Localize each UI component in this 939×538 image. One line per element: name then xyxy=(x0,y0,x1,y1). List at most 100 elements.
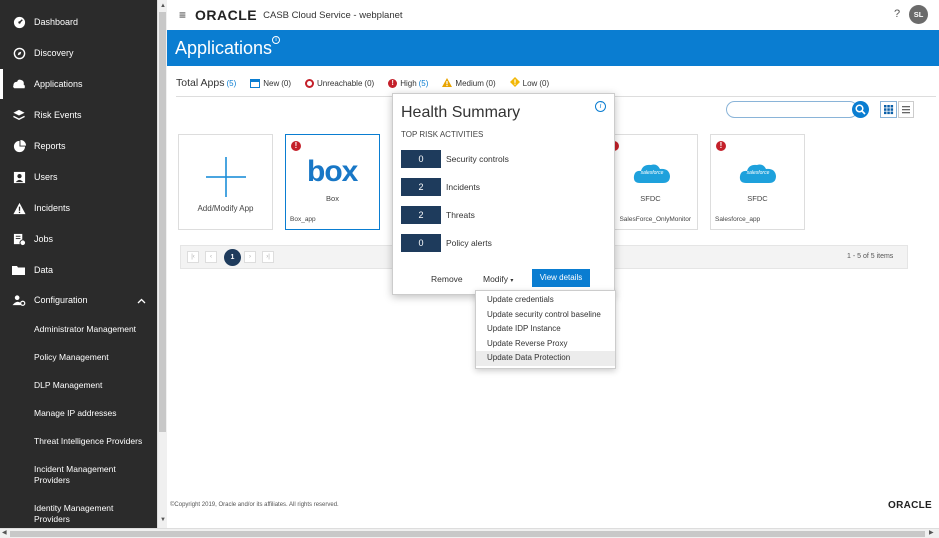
high-risk-badge-icon: ! xyxy=(291,141,301,151)
salesforce-logo: salesforce xyxy=(738,161,778,187)
filter-new-label: New xyxy=(263,78,280,88)
metric-threats[interactable]: 2 Threats xyxy=(401,206,475,224)
page-info-icon[interactable]: i xyxy=(272,36,280,44)
pagination-summary: 1 - 5 of 5 items xyxy=(847,253,894,260)
menu-update-credentials[interactable]: Update credentials xyxy=(476,293,615,308)
nav-sub-dlp-management[interactable]: DLP Management xyxy=(0,380,157,391)
nav-data[interactable]: Data xyxy=(0,255,157,285)
list-view-icon[interactable] xyxy=(898,101,914,118)
filter-total-count: (5) xyxy=(226,78,237,88)
nav-applications-label: Applications xyxy=(34,79,83,89)
nav-configuration[interactable]: Configuration xyxy=(0,285,157,315)
nav-dashboard[interactable]: Dashboard xyxy=(0,7,157,37)
app-card-sfdc-instance: Salesforce_app xyxy=(715,216,761,223)
nav-incidents[interactable]: Incidents xyxy=(0,193,157,223)
low-risk-icon xyxy=(509,77,520,89)
app-card-sfdc-monitor[interactable]: ! salesforce SFDC SalesForce_OnlyMonitor xyxy=(603,134,698,230)
metric-threats-value: 2 xyxy=(401,206,441,224)
last-page-button[interactable]: ›| xyxy=(262,251,274,263)
copyright-text: ©Copyright 2019, Oracle and/or its affil… xyxy=(170,502,339,508)
nav-users-label: Users xyxy=(34,172,58,182)
prev-page-button[interactable]: ‹ xyxy=(205,251,217,263)
discovery-icon xyxy=(12,46,26,60)
data-icon xyxy=(12,263,26,277)
horizontal-scrollbar-thumb[interactable] xyxy=(10,531,925,537)
modify-dropdown-button[interactable]: Modify ▾ xyxy=(483,274,513,284)
menu-update-idp-instance[interactable]: Update IDP Instance xyxy=(476,322,615,337)
first-page-button[interactable]: |‹ xyxy=(187,251,199,263)
service-title: CASB Cloud Service - webplanet xyxy=(263,9,403,21)
search-icon[interactable] xyxy=(852,101,869,118)
app-card-sfdc-monitor-name: SFDC xyxy=(640,194,661,203)
nav-jobs-label: Jobs xyxy=(34,234,54,244)
sidebar-scrollbar-thumb[interactable] xyxy=(159,12,166,432)
nav-jobs[interactable]: Jobs xyxy=(0,224,157,254)
scroll-right-arrow-icon[interactable]: ▶ xyxy=(929,529,934,536)
metric-security-controls[interactable]: 0 Security controls xyxy=(401,150,509,168)
app-card-sfdc[interactable]: ! salesforce SFDC Salesforce_app xyxy=(710,134,805,230)
filter-low-label: Low xyxy=(522,78,538,88)
grid-view-icon[interactable] xyxy=(880,101,897,118)
nav-sub-threat-intelligence-providers[interactable]: Threat Intelligence Providers xyxy=(0,436,157,447)
filter-medium-count: (0) xyxy=(485,78,496,88)
scroll-down-arrow-icon[interactable]: ▼ xyxy=(160,517,166,523)
filter-medium[interactable]: Medium (0) xyxy=(442,77,496,89)
search-input[interactable] xyxy=(726,101,858,118)
scroll-left-arrow-icon[interactable]: ◀ xyxy=(2,529,7,536)
modify-dropdown-menu: Update credentials Update security contr… xyxy=(475,290,616,369)
nav-users[interactable]: Users xyxy=(0,162,157,192)
nav-sub-incident-management-providers[interactable]: Incident Management Providers xyxy=(0,464,125,486)
nav-applications[interactable]: Applications xyxy=(0,69,157,99)
dashboard-icon xyxy=(12,15,26,29)
salesforce-logo: salesforce xyxy=(632,161,672,187)
nav-risk-events[interactable]: Risk Events xyxy=(0,100,157,130)
nav-discovery[interactable]: Discovery xyxy=(0,38,157,68)
filter-unreachable[interactable]: Unreachable (0) xyxy=(305,78,374,88)
help-icon[interactable]: ? xyxy=(894,8,900,20)
next-page-button[interactable]: › xyxy=(244,251,256,263)
filter-high-count: (5) xyxy=(418,78,429,88)
menu-update-reverse-proxy[interactable]: Update Reverse Proxy xyxy=(476,337,615,352)
view-details-button[interactable]: View details xyxy=(532,269,590,287)
filter-high[interactable]: ! High (5) xyxy=(388,78,429,88)
metric-threats-label: Threats xyxy=(446,210,475,220)
health-summary-popover: Health Summary i TOP RISK ACTIVITIES 0 S… xyxy=(392,93,615,295)
filter-low[interactable]: Low (0) xyxy=(509,77,550,89)
applications-icon xyxy=(12,77,26,91)
metric-incidents[interactable]: 2 Incidents xyxy=(401,178,480,196)
page-1-button[interactable]: 1 xyxy=(224,249,241,266)
horizontal-scrollbar[interactable]: ◀ ▶ xyxy=(0,528,939,538)
menu-update-security-control-baseline[interactable]: Update security control baseline xyxy=(476,308,615,323)
reports-icon xyxy=(12,139,26,153)
nav-sub-policy-management[interactable]: Policy Management xyxy=(0,352,157,363)
user-avatar[interactable]: SL xyxy=(909,5,928,24)
nav-sub-identity-management-providers[interactable]: Identity Management Providers xyxy=(0,503,125,525)
add-modify-app-card[interactable]: Add/Modify App xyxy=(178,134,273,230)
filter-low-count: (0) xyxy=(539,78,550,88)
scroll-up-arrow-icon[interactable]: ▲ xyxy=(160,3,166,9)
popover-subtitle: TOP RISK ACTIVITIES xyxy=(401,130,484,139)
nav-sub-manage-ip-addresses[interactable]: Manage IP addresses xyxy=(0,408,157,419)
filter-new[interactable]: New (0) xyxy=(250,78,291,88)
metric-policy-alerts-value: 0 xyxy=(401,234,441,252)
jobs-icon xyxy=(12,232,26,246)
nav-reports[interactable]: Reports xyxy=(0,131,157,161)
hamburger-menu-icon[interactable]: ≡ xyxy=(179,8,186,22)
remove-button[interactable]: Remove xyxy=(431,274,463,284)
users-icon xyxy=(12,170,26,184)
nav-incidents-label: Incidents xyxy=(34,203,71,213)
filter-total-apps[interactable]: Total Apps (5) xyxy=(176,77,236,89)
app-card-sfdc-monitor-instance: SalesForce_OnlyMonitor xyxy=(619,216,691,223)
sidebar-scrollbar[interactable]: ▲ ▼ xyxy=(157,0,167,528)
oracle-brand: ORACLE xyxy=(195,7,258,23)
app-card-box[interactable]: ! box Box Box_app xyxy=(285,134,380,230)
nav-dashboard-label: Dashboard xyxy=(34,17,79,27)
chevron-up-icon[interactable] xyxy=(137,296,146,306)
high-risk-icon: ! xyxy=(388,78,398,88)
metric-incidents-value: 2 xyxy=(401,178,441,196)
popover-info-icon[interactable]: i xyxy=(595,101,606,112)
nav-sub-administrator-management[interactable]: Administrator Management xyxy=(0,324,157,335)
popover-title: Health Summary xyxy=(401,104,521,121)
menu-update-data-protection[interactable]: Update Data Protection xyxy=(476,351,615,366)
metric-policy-alerts[interactable]: 0 Policy alerts xyxy=(401,234,492,252)
